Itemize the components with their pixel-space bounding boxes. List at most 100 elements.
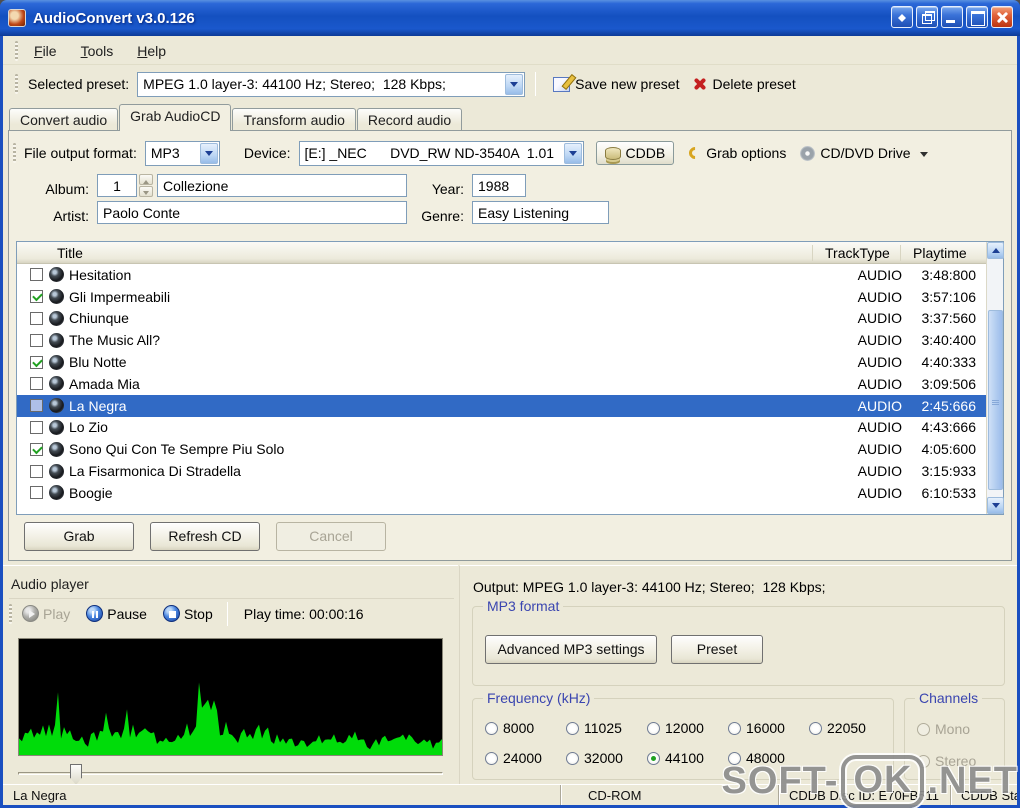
radio-icon[interactable] <box>728 721 741 735</box>
rollup-button[interactable] <box>891 6 913 28</box>
pause-button[interactable]: Pause <box>80 603 153 624</box>
table-row[interactable]: Sono Qui Con Te Sempre Piu Solo AUDIO 4:… <box>17 438 986 460</box>
table-row[interactable]: Blu Notte AUDIO 4:40:333 <box>17 351 986 373</box>
track-title: Boogie <box>69 484 113 501</box>
preset-button[interactable]: Preset <box>671 635 763 664</box>
track-checkbox[interactable] <box>30 333 43 347</box>
track-checkbox[interactable] <box>30 486 43 500</box>
stop-button[interactable]: Stop <box>157 603 219 624</box>
frequency-radio-12000[interactable]: 12000 <box>647 713 728 743</box>
radio-icon[interactable] <box>647 751 660 765</box>
tab-convert-audio[interactable]: Convert audio <box>9 108 119 131</box>
device-combobox[interactable]: [E:] _NEC DVD_RW ND-3540A 1.01 <box>298 140 584 166</box>
chevron-down-icon[interactable] <box>505 73 524 95</box>
track-title: Blu Notte <box>69 354 127 371</box>
grab-audiocd-panel: File output format: MP3 Device: [E:] _NE… <box>8 130 1012 561</box>
chevron-down-icon[interactable] <box>563 142 582 164</box>
artist-value: Paolo Conte <box>103 204 181 221</box>
track-checkbox[interactable] <box>30 377 43 391</box>
scroll-up-icon[interactable] <box>987 242 1004 259</box>
delete-preset-button[interactable]: Delete preset <box>686 72 802 96</box>
frequency-radio-44100[interactable]: 44100 <box>647 743 728 773</box>
close-button[interactable] <box>991 6 1013 28</box>
toolbar-grip[interactable] <box>15 40 18 61</box>
track-checkbox[interactable] <box>30 311 43 325</box>
radio-icon[interactable] <box>566 751 579 765</box>
chevron-down-icon[interactable] <box>199 142 218 164</box>
save-new-preset-button[interactable]: Save new preset <box>546 72 686 96</box>
menu-help[interactable]: Help <box>125 39 178 63</box>
refresh-cd-button[interactable]: Refresh CD <box>150 522 260 551</box>
seek-slider[interactable] <box>18 764 443 785</box>
table-header[interactable]: Title TrackType Playtime <box>17 242 986 264</box>
table-row[interactable]: The Music All? AUDIO 3:40:400 <box>17 329 986 351</box>
track-checkbox[interactable] <box>30 290 43 304</box>
table-row[interactable]: Gli Impermeabili AUDIO 3:57:106 <box>17 286 986 308</box>
file-output-format-combobox[interactable]: MP3 <box>144 140 220 166</box>
column-tracktype[interactable]: TrackType <box>812 244 900 261</box>
track-checkbox[interactable] <box>30 399 43 413</box>
file-output-format-label: File output format: <box>24 145 137 161</box>
scroll-down-icon[interactable] <box>987 497 1004 514</box>
genre-label: Genre: <box>421 208 464 224</box>
tab-record-audio[interactable]: Record audio <box>356 108 463 131</box>
radio-icon[interactable] <box>809 721 822 735</box>
cddb-button[interactable]: CDDB <box>595 141 675 165</box>
track-checkbox[interactable] <box>30 442 43 456</box>
radio-icon[interactable] <box>917 722 930 736</box>
frequency-radio-8000[interactable]: 8000 <box>485 713 566 743</box>
tab-transform-audio[interactable]: Transform audio <box>232 108 356 131</box>
album-title-field[interactable]: Collezione <box>157 174 407 197</box>
table-row[interactable]: Lo Zio AUDIO 4:43:666 <box>17 417 986 439</box>
track-checkbox[interactable] <box>30 464 43 478</box>
cd-dvd-drive-button[interactable]: CD/DVD Drive <box>793 141 934 165</box>
vertical-scrollbar[interactable] <box>986 242 1004 514</box>
track-checkbox[interactable] <box>30 268 43 282</box>
table-row[interactable]: Boogie AUDIO 6:10:533 <box>17 482 986 504</box>
toolbar-grip[interactable] <box>13 143 16 163</box>
album-number-stepper[interactable] <box>139 174 153 197</box>
maximize-button[interactable] <box>966 6 988 28</box>
table-row[interactable]: La Fisarmonica Di Stradella AUDIO 3:15:9… <box>17 460 986 482</box>
genre-field[interactable]: Easy Listening <box>472 201 609 224</box>
radio-icon[interactable] <box>485 751 498 765</box>
grab-options-button[interactable]: Grab options <box>682 141 793 165</box>
toolbar-grip[interactable] <box>15 74 18 94</box>
table-row[interactable]: Hesitation AUDIO 3:48:800 <box>17 264 986 286</box>
table-row[interactable]: Amada Mia AUDIO 3:09:506 <box>17 373 986 395</box>
track-playtime: 3:09:506 <box>921 375 977 392</box>
frequency-radio-22050[interactable]: 22050 <box>809 713 890 743</box>
radio-icon[interactable] <box>647 721 660 735</box>
menu-tools[interactable]: Tools <box>69 39 126 63</box>
frequency-radio-32000[interactable]: 32000 <box>566 743 647 773</box>
radio-icon[interactable] <box>566 721 579 735</box>
artist-field[interactable]: Paolo Conte <box>97 201 407 224</box>
album-number-field[interactable]: 1 <box>97 174 137 197</box>
table-row[interactable]: La Negra AUDIO 2:45:666 <box>17 394 986 417</box>
toolbar-grip[interactable] <box>9 603 12 624</box>
table-row[interactable]: Chiunque AUDIO 3:37:560 <box>17 308 986 330</box>
advanced-mp3-settings-button[interactable]: Advanced MP3 settings <box>485 635 657 664</box>
frequency-radio-24000[interactable]: 24000 <box>485 743 566 773</box>
scrollbar-thumb[interactable] <box>988 310 1003 490</box>
tab-label: Grab AudioCD <box>130 108 221 124</box>
delete-icon <box>693 77 707 91</box>
mp3-format-legend: MP3 format <box>483 598 564 614</box>
grab-button[interactable]: Grab <box>24 522 134 551</box>
track-checkbox[interactable] <box>30 355 43 369</box>
menu-file[interactable]: File <box>22 39 69 63</box>
tab-grab-audiocd[interactable]: Grab AudioCD <box>119 104 232 131</box>
frequency-radio-16000[interactable]: 16000 <box>728 713 809 743</box>
tray-button[interactable] <box>916 6 938 28</box>
slider-thumb[interactable] <box>70 764 82 785</box>
column-title[interactable]: Title <box>17 245 812 261</box>
minimize-button[interactable] <box>941 6 963 28</box>
preset-combobox[interactable]: MPEG 1.0 layer-3: 44100 Hz; Stereo; 128 … <box>137 71 526 97</box>
frequency-radio-11025[interactable]: 11025 <box>566 713 647 743</box>
year-field[interactable]: 1988 <box>472 174 526 197</box>
radio-icon[interactable] <box>485 721 498 735</box>
track-checkbox[interactable] <box>30 420 43 434</box>
stop-label: Stop <box>183 605 213 622</box>
title-bar[interactable]: AudioConvert v3.0.126 <box>0 0 1020 36</box>
column-playtime[interactable]: Playtime <box>900 244 986 261</box>
